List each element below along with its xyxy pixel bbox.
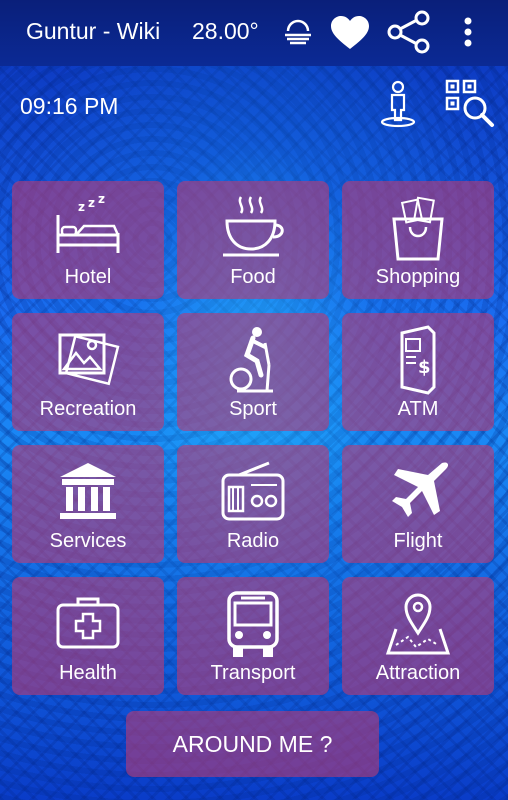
- tile-health[interactable]: Health: [12, 577, 164, 695]
- tile-label: Food: [230, 266, 276, 288]
- map-pin-icon: [342, 589, 494, 661]
- person-location-icon[interactable]: [378, 80, 418, 128]
- current-time: 09:16 PM: [20, 93, 119, 119]
- bed-icon: z z z: [12, 193, 164, 265]
- svg-text:z: z: [78, 200, 85, 214]
- tile-label: Transport: [210, 662, 296, 684]
- tile-label: Attraction: [375, 662, 461, 684]
- tile-label: Health: [59, 662, 117, 684]
- tile-label: Shopping: [375, 266, 461, 288]
- bus-icon: [177, 589, 329, 661]
- tile-flight[interactable]: Flight: [342, 445, 494, 563]
- tile-services[interactable]: Services: [12, 445, 164, 563]
- svg-text:$: $: [418, 357, 431, 378]
- tile-recreation[interactable]: Recreation: [12, 313, 164, 431]
- first-aid-icon: [12, 589, 164, 661]
- app-title: Guntur - Wiki: [26, 18, 161, 44]
- radio-icon: [177, 457, 329, 529]
- qr-scan-icon[interactable]: [444, 78, 496, 128]
- more-vert-icon[interactable]: [460, 16, 476, 48]
- tile-label: ATM: [397, 398, 439, 420]
- tile-label: Services: [49, 530, 127, 552]
- tile-label: Hotel: [64, 266, 112, 288]
- atm-icon: $: [342, 325, 494, 397]
- exercise-bike-icon: [177, 325, 329, 397]
- heart-icon[interactable]: [328, 14, 372, 52]
- tile-atm[interactable]: $ ATM: [342, 313, 494, 431]
- svg-text:z: z: [98, 193, 105, 206]
- tile-food[interactable]: Food: [177, 181, 329, 299]
- pictures-icon: [12, 325, 164, 397]
- app-bar: Guntur - Wiki 28.00°: [0, 0, 508, 66]
- tile-attraction[interactable]: Attraction: [342, 577, 494, 695]
- tile-transport[interactable]: Transport: [177, 577, 329, 695]
- tile-sport[interactable]: Sport: [177, 313, 329, 431]
- temperature-value: 28.00°: [192, 18, 259, 44]
- airplane-icon: [342, 457, 494, 529]
- svg-text:z: z: [88, 196, 95, 210]
- tile-shopping[interactable]: Shopping: [342, 181, 494, 299]
- tile-label: Flight: [393, 530, 443, 552]
- around-me-button[interactable]: AROUND ME ?: [126, 711, 379, 777]
- share-icon[interactable]: [386, 10, 432, 54]
- building-icon: [12, 457, 164, 529]
- tile-hotel[interactable]: z z z Hotel: [12, 181, 164, 299]
- tile-radio[interactable]: Radio: [177, 445, 329, 563]
- shopping-bag-icon: [342, 193, 494, 265]
- fog-icon: [282, 18, 314, 46]
- tile-label: Sport: [229, 398, 277, 420]
- tile-label: Recreation: [39, 398, 137, 420]
- tile-label: Radio: [226, 530, 280, 552]
- coffee-cup-icon: [177, 193, 329, 265]
